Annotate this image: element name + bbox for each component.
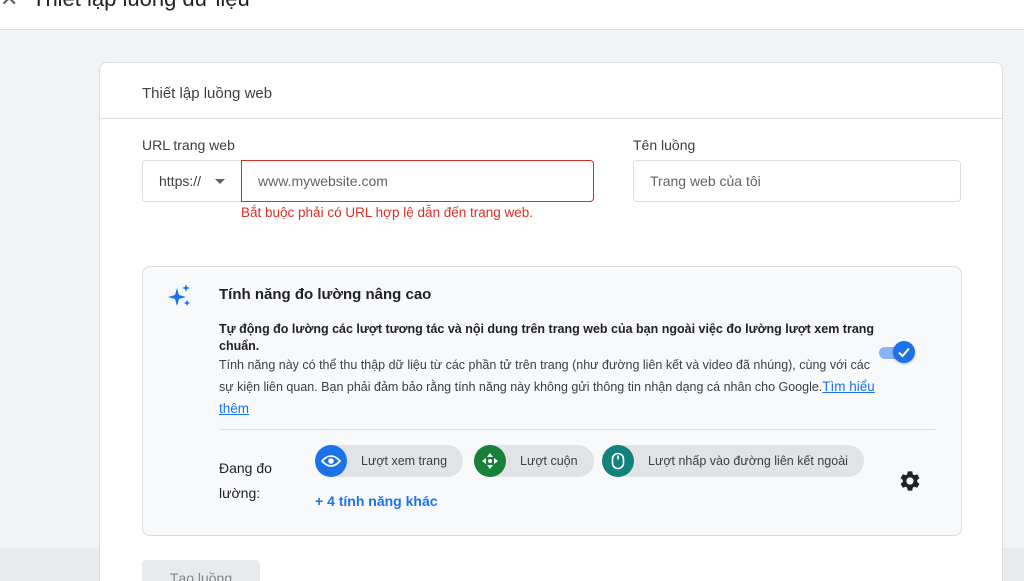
dropdown-arrow-icon bbox=[215, 178, 226, 184]
enhanced-measurement-panel: Tính năng đo lường nâng cao Tự động đo l… bbox=[142, 266, 962, 536]
chip-label: Lượt xem trang bbox=[361, 454, 448, 468]
url-label: URL trang web bbox=[142, 137, 235, 153]
close-icon[interactable]: ✕ bbox=[0, 0, 18, 12]
protocol-select[interactable]: https:// bbox=[142, 160, 241, 202]
enhanced-measurement-summary: Tự động đo lường các lượt tương tác và n… bbox=[219, 322, 875, 353]
protocol-value: https:// bbox=[159, 173, 202, 189]
url-error-message: Bắt buộc phải có URL hợp lệ dẫn đến tran… bbox=[241, 205, 534, 220]
check-icon bbox=[898, 347, 910, 358]
url-input[interactable] bbox=[241, 160, 594, 202]
card-header: Thiết lập luồng web bbox=[100, 63, 1002, 119]
eye-icon bbox=[315, 445, 347, 477]
more-features-link[interactable]: + 4 tính năng khác bbox=[315, 493, 438, 509]
create-stream-button[interactable]: Tạo luồng bbox=[142, 560, 260, 581]
page-title: Thiết lập luồng dữ liệu bbox=[32, 0, 250, 12]
chip-outbound-clicks[interactable]: Lượt nhấp vào đường liên kết ngoài bbox=[602, 445, 864, 477]
enhanced-measurement-description: Tính năng này có thể thu thập dữ liệu từ… bbox=[219, 355, 884, 420]
gear-icon[interactable] bbox=[898, 469, 922, 493]
chip-label: Lượt cuộn bbox=[520, 454, 578, 468]
mouse-icon bbox=[602, 445, 634, 477]
divider bbox=[219, 429, 935, 430]
stream-setup-card: Thiết lập luồng web URL trang web Tên lu… bbox=[99, 62, 1003, 581]
sparkle-icon bbox=[167, 283, 193, 309]
stream-name-label: Tên luồng bbox=[633, 137, 696, 153]
description-text: Tính năng này có thể thu thập dữ liệu từ… bbox=[219, 358, 870, 394]
page-header: ✕ Thiết lập luồng dữ liệu bbox=[0, 0, 1024, 30]
enhanced-measurement-toggle[interactable] bbox=[877, 339, 917, 365]
chip-page-views[interactable]: Lượt xem trang bbox=[315, 445, 464, 477]
toggle-knob bbox=[893, 341, 915, 363]
scroll-icon bbox=[474, 445, 506, 477]
stream-name-input[interactable] bbox=[633, 160, 961, 202]
chip-scrolls[interactable]: Lượt cuộn bbox=[474, 445, 594, 477]
enhanced-measurement-title: Tính năng đo lường nâng cao bbox=[219, 286, 432, 303]
measuring-label: Đang đo lường: bbox=[219, 460, 272, 501]
chip-label: Lượt nhấp vào đường liên kết ngoài bbox=[648, 454, 848, 468]
